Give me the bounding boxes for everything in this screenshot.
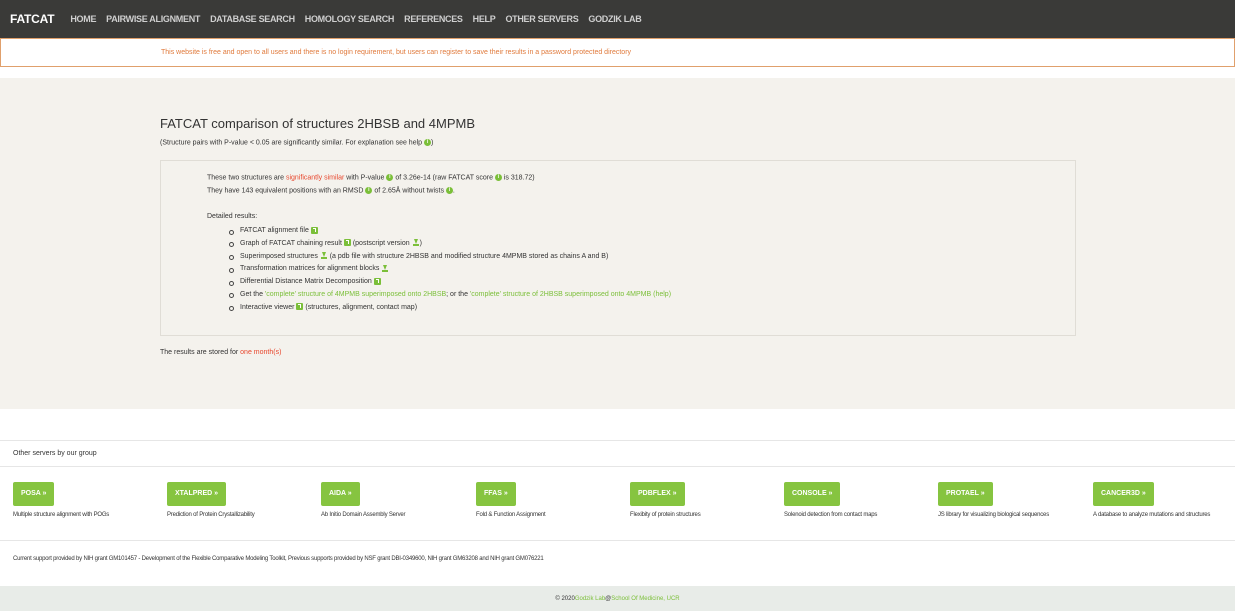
complete-4mpmb-link[interactable]: 'complete' structure of 4MPMB superimpos… — [265, 291, 446, 298]
chaining-graph-link[interactable]: Graph of FATCAT chaining result — [240, 240, 342, 247]
brand-link[interactable]: FATCAT — [10, 12, 55, 26]
server-description: Flexibity of protein structures — [630, 512, 701, 518]
download-icon[interactable] — [381, 264, 389, 273]
server-card: POSA » Multiple structure alignment with… — [13, 482, 158, 520]
nav-references[interactable]: REFERENCES — [404, 14, 463, 24]
page-title: FATCAT comparison of structures 2HBSB an… — [160, 116, 476, 131]
rmsd-line: They have 143 equivalent positions with … — [207, 187, 455, 195]
help-info-icon[interactable]: i — [424, 139, 431, 146]
server-card: PDBFLEX » Flexibity of protein structure… — [630, 482, 775, 520]
servers-row: POSA » Multiple structure alignment with… — [0, 467, 1235, 541]
server-description: Solenoid detection from contact maps — [784, 512, 878, 518]
server-card: XTALPRED » Prediction of Protein Crystal… — [167, 482, 312, 520]
help-link[interactable]: (help) — [653, 291, 671, 298]
alignment-file-link[interactable]: FATCAT alignment file — [240, 227, 309, 234]
detailed-results-label: Detailed results: — [207, 213, 258, 220]
list-item: Transformation matrices for alignment bl… — [229, 263, 671, 276]
nav-database-search[interactable]: DATABASE SEARCH — [210, 14, 295, 24]
server-description: Multiple structure alignment with POGs — [13, 512, 110, 518]
nav-pairwise-alignment[interactable]: PAIRWISE ALIGNMENT — [106, 14, 200, 24]
significance-line: These two structures are significantly s… — [207, 174, 535, 182]
nav-godzik-lab[interactable]: GODZIK LAB — [588, 14, 641, 24]
external-link-icon[interactable] — [310, 226, 318, 234]
storage-note: The results are stored for one month(s) — [160, 349, 282, 356]
results-panel: These two structures are significantly s… — [160, 160, 1076, 336]
storage-duration: one month(s) — [240, 349, 282, 356]
list-item: Graph of FATCAT chaining result (postscr… — [229, 238, 671, 251]
list-item: Get the 'complete' structure of 4MPMB su… — [229, 289, 671, 302]
server-description: Fold & Function Assignment — [476, 512, 546, 518]
server-description: Ab Initio Domain Assembly Server — [321, 512, 406, 518]
nav-homology-search[interactable]: HOMOLOGY SEARCH — [305, 14, 395, 24]
posa-button[interactable]: POSA » — [13, 482, 55, 506]
download-icon[interactable] — [412, 238, 420, 247]
list-item: Interactive viewer (structures, alignmen… — [229, 302, 671, 315]
list-item: Superimposed structures (a pdb file with… — [229, 251, 671, 264]
aida-button[interactable]: AIDA » — [321, 482, 360, 506]
list-item: FATCAT alignment file — [229, 225, 671, 238]
nav-help[interactable]: HELP — [473, 14, 496, 24]
results-list: FATCAT alignment file Graph of FATCAT ch… — [229, 225, 671, 315]
nav-other-servers[interactable]: OTHER SERVERS — [505, 14, 578, 24]
protael-button[interactable]: PROTAEL » — [938, 482, 993, 506]
distance-matrix-link[interactable]: Differential Distance Matrix Decompositi… — [240, 278, 372, 285]
footer: © 2020 Godzik Lab @ School Of Medicine, … — [0, 586, 1235, 611]
server-description: Prediction of Protein Crystallizability — [167, 512, 255, 518]
server-card: CONSOLE » Solenoid detection from contac… — [784, 482, 929, 520]
main-content: FATCAT comparison of structures 2HBSB an… — [0, 78, 1235, 409]
list-item: Differential Distance Matrix Decompositi… — [229, 276, 671, 289]
server-card: CANCER3D » A database to analyze mutatio… — [1093, 482, 1235, 520]
pdbflex-button[interactable]: PDBFLEX » — [630, 482, 685, 506]
nav-home[interactable]: HOME — [70, 14, 96, 24]
score-info-icon[interactable]: i — [494, 174, 502, 181]
download-icon[interactable] — [320, 251, 328, 260]
alert-text: This website is free and open to all use… — [161, 49, 632, 56]
server-card: FFAS » Fold & Function Assignment — [476, 482, 621, 520]
server-description: JS library for visualizing biological se… — [938, 512, 1049, 518]
external-link-icon[interactable] — [343, 239, 351, 247]
server-description: A database to analyze mutations and stru… — [1093, 512, 1211, 518]
funding-note: Current support provided by NIH grant GM… — [13, 556, 544, 562]
godzik-lab-link[interactable]: Godzik Lab — [575, 596, 605, 602]
school-link[interactable]: School Of Medicine, UCR — [611, 596, 679, 602]
transformation-matrices-link[interactable]: Transformation matrices for alignment bl… — [240, 265, 379, 272]
top-navbar: FATCAT HOME PAIRWISE ALIGNMENT DATABASE … — [0, 0, 1235, 38]
console-button[interactable]: CONSOLE » — [784, 482, 841, 506]
significance-status: significantly similar — [285, 174, 345, 182]
external-link-icon[interactable] — [373, 277, 381, 285]
other-servers-heading: Other servers by our group — [0, 440, 1235, 467]
superimposed-structures-link[interactable]: Superimposed structures — [240, 253, 318, 260]
server-card: AIDA » Ab Initio Domain Assembly Server — [321, 482, 466, 520]
server-card: PROTAEL » JS library for visualizing bio… — [938, 482, 1083, 520]
xtalpred-button[interactable]: XTALPRED » — [167, 482, 227, 506]
twists-info-icon[interactable]: i — [445, 187, 453, 194]
page-subtitle: (Structure pairs with P-value < 0.05 are… — [160, 139, 434, 147]
ffas-button[interactable]: FFAS » — [476, 482, 516, 506]
cancer3d-button[interactable]: CANCER3D » — [1093, 482, 1154, 506]
info-alert: This website is free and open to all use… — [0, 38, 1235, 67]
interactive-viewer-link[interactable]: Interactive viewer — [240, 304, 294, 311]
complete-2hbsb-link[interactable]: 'complete' structure of 2HBSB superimpos… — [470, 291, 651, 298]
external-link-icon[interactable] — [296, 303, 304, 311]
